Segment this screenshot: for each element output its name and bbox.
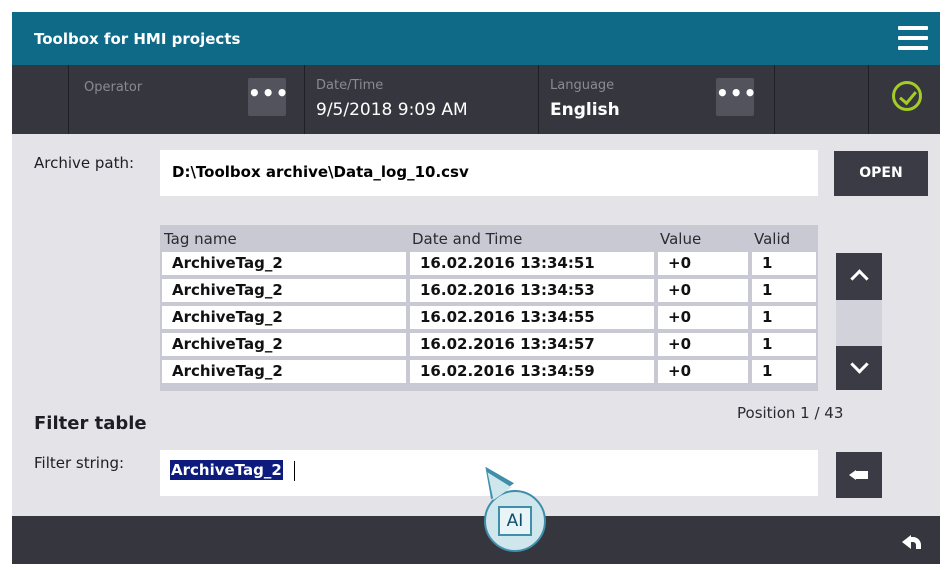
apply-filter-button[interactable] (836, 452, 882, 498)
title-bar: Toolbox for HMI projects (12, 12, 940, 65)
language-cell: Language English ••• (538, 65, 775, 134)
cell-value: +0 (658, 333, 748, 356)
operator-more-button[interactable]: ••• (248, 78, 288, 116)
table-row[interactable]: ArchiveTag_2 16.02.2016 13:34:53 +0 1 (160, 279, 818, 302)
status-spacer (12, 65, 69, 134)
archive-path-label: Archive path: (34, 154, 135, 172)
cell-tag-name: ArchiveTag_2 (162, 306, 406, 329)
cell-value: +0 (658, 279, 748, 302)
column-header-tag-name: Tag name (164, 230, 237, 248)
table-row[interactable]: ArchiveTag_2 16.02.2016 13:34:57 +0 1 (160, 333, 818, 356)
scroll-up-button[interactable] (836, 253, 882, 300)
cell-valid: 1 (752, 333, 816, 356)
keyboard-icon[interactable]: AI (498, 506, 532, 536)
open-button[interactable]: OPEN (834, 151, 928, 196)
cell-date-time: 16.02.2016 13:34:53 (410, 279, 654, 302)
archive-path-value: D:\Toolbox archive\Data_log_10.csv (172, 163, 469, 181)
table-row[interactable]: ArchiveTag_2 16.02.2016 13:34:59 +0 1 (160, 360, 818, 383)
operator-label: Operator (84, 80, 143, 95)
check-circle-icon (892, 81, 922, 111)
status-spacer-2 (774, 65, 869, 134)
cell-valid: 1 (752, 252, 816, 275)
language-label: Language (550, 78, 615, 93)
table-header: Tag name Date and Time Value Valid (160, 225, 818, 250)
cell-value: +0 (658, 252, 748, 275)
text-caret (294, 461, 295, 481)
column-header-valid: Valid (754, 230, 791, 248)
cell-valid: 1 (752, 279, 816, 302)
cell-tag-name: ArchiveTag_2 (162, 252, 406, 275)
cell-tag-name: ArchiveTag_2 (162, 360, 406, 383)
cell-date-time: 16.02.2016 13:34:55 (410, 306, 654, 329)
language-value: English (550, 100, 620, 120)
cell-tag-name: ArchiveTag_2 (162, 279, 406, 302)
datetime-value: 9/5/2018 9:09 AM (316, 100, 468, 120)
filter-string-label: Filter string: (34, 454, 125, 472)
cell-date-time: 16.02.2016 13:34:57 (410, 333, 654, 356)
language-more-button[interactable]: ••• (716, 78, 756, 116)
cell-value: +0 (658, 360, 748, 383)
datetime-label: Date/Time (316, 78, 384, 93)
back-arrow-icon[interactable] (902, 533, 924, 549)
cell-valid: 1 (752, 306, 816, 329)
filter-string-value: ArchiveTag_2 (170, 460, 283, 480)
status-bar: Operator ••• Date/Time 9/5/2018 9:09 AM … (12, 65, 940, 134)
archive-table: Tag name Date and Time Value Valid Archi… (160, 225, 818, 391)
cell-valid: 1 (752, 360, 816, 383)
archive-path-field[interactable]: D:\Toolbox archive\Data_log_10.csv (160, 150, 818, 196)
chevron-up-icon (850, 269, 869, 288)
datetime-cell: Date/Time 9/5/2018 9:09 AM (304, 65, 539, 134)
cell-date-time: 16.02.2016 13:34:59 (410, 360, 654, 383)
app-title: Toolbox for HMI projects (34, 30, 241, 48)
operator-cell: Operator ••• (68, 65, 305, 134)
column-header-value: Value (660, 230, 702, 248)
bottom-bar (12, 516, 940, 564)
cell-value: +0 (658, 306, 748, 329)
chevron-down-icon (850, 355, 869, 374)
table-row[interactable]: ArchiveTag_2 16.02.2016 13:34:51 +0 1 (160, 252, 818, 275)
table-position: Position 1 / 43 (737, 404, 844, 422)
filter-heading: Filter table (34, 413, 147, 434)
hmi-screen: Toolbox for HMI projects Operator ••• Da… (12, 12, 940, 564)
column-header-date-time: Date and Time (412, 230, 523, 248)
hamburger-menu-icon[interactable] (898, 26, 928, 50)
cell-date-time: 16.02.2016 13:34:51 (410, 252, 654, 275)
cell-tag-name: ArchiveTag_2 (162, 333, 406, 356)
scroll-down-button[interactable] (836, 346, 882, 390)
table-row[interactable]: ArchiveTag_2 16.02.2016 13:34:55 +0 1 (160, 306, 818, 329)
